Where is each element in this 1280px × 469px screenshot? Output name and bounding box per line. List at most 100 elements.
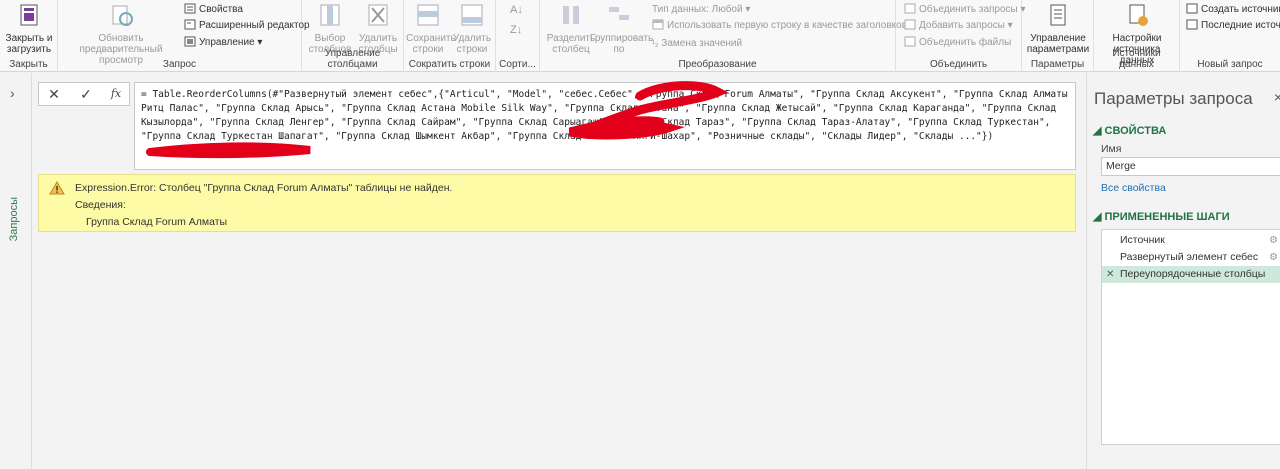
formula-text: = Table.ReorderColumns(#"Развернутый эле… — [141, 89, 1068, 142]
use-first-row-label: Использовать первую строку в качестве за… — [667, 20, 908, 31]
group-label-close: Закрыть — [9, 59, 48, 70]
close-load-label: Закрыть и загрузить — [5, 33, 53, 55]
cancel-icon[interactable]: ✕ — [43, 85, 65, 103]
use-first-row-button[interactable]: Использовать первую строку в качестве за… — [652, 18, 915, 34]
datasource-settings-icon — [1129, 4, 1148, 26]
new-source-label: Создать источник — [1201, 4, 1280, 15]
step-item-reordered[interactable]: ✕ Переупорядоченные столбцы — [1102, 266, 1280, 283]
manage-button[interactable]: Управление ▾ — [184, 35, 262, 51]
data-type-dropdown[interactable]: Тип данных: Любой ▾ — [652, 2, 750, 18]
properties-header-label: СВОЙСТВА — [1104, 125, 1167, 137]
refresh-preview-button[interactable]: Обновить предварительный просмотр — [62, 2, 180, 66]
append-queries-label: Добавить запросы — [919, 20, 1005, 31]
formula-input[interactable]: = Table.ReorderColumns(#"Развернутый эле… — [134, 82, 1076, 170]
queries-pane[interactable]: › Запросы — [0, 73, 32, 469]
manage-params-button[interactable]: Управление параметрами — [1024, 2, 1092, 55]
manage-icon — [184, 36, 196, 47]
replace-values-label: Замена значений — [661, 38, 743, 49]
append-queries-icon — [904, 19, 916, 30]
group-by-label: Группировать по — [590, 33, 654, 55]
step-label: Переупорядоченные столбцы — [1120, 268, 1266, 280]
ribbon-group-params: Управление параметрами Параметры — [1022, 0, 1094, 72]
group-label-rows: Сократить строки — [408, 59, 491, 70]
error-details-value: Группа Склад Forum Алматы — [86, 216, 228, 228]
close-icon[interactable]: × — [1274, 89, 1280, 105]
error-details-label: Сведения: — [75, 199, 126, 211]
close-load-button[interactable]: Закрыть и загрузить — [2, 2, 56, 55]
applied-steps-header: ◢ ПРИМЕНЕННЫЕ ШАГИ — [1093, 211, 1230, 223]
ribbon-group-newquery: Создать источник ▾ Последние источни... … — [1180, 0, 1280, 72]
new-source-icon — [1186, 3, 1198, 14]
group-label-newquery: Новый запрос — [1197, 59, 1263, 70]
recent-sources-icon — [1186, 19, 1198, 30]
formula-tools: ✕ ✓ fx — [38, 82, 130, 106]
new-source-button[interactable]: Создать источник ▾ — [1186, 2, 1280, 18]
parameters-icon — [1050, 4, 1066, 26]
merge-queries-icon — [904, 3, 916, 14]
merge-queries-button[interactable]: Объединить запросы ▾ — [904, 2, 1026, 18]
recent-sources-button[interactable]: Последние источни... — [1186, 18, 1280, 34]
recent-sources-label: Последние источни... — [1201, 20, 1280, 31]
group-by-button[interactable]: Группировать по — [590, 2, 654, 55]
chevron-right-icon[interactable]: › — [10, 85, 15, 101]
group-by-icon — [609, 7, 629, 20]
ribbon: Закрыть и загрузить Закрыть Обновить пре… — [0, 0, 1280, 72]
ribbon-group-rows: Сохранить строки Удалить строки Сократит… — [404, 0, 496, 72]
choose-columns-icon — [320, 4, 340, 26]
split-column-icon — [563, 6, 579, 24]
append-queries-button[interactable]: Добавить запросы ▾ — [904, 18, 1013, 34]
replace-values-button[interactable]: ¹₂ Замена значений — [652, 35, 742, 51]
remove-rows-icon — [461, 4, 483, 26]
ribbon-group-datasource: Настройки источника данных Источники дан… — [1094, 0, 1180, 72]
ribbon-group-sort: A↓ Z↓ Сорти... — [496, 0, 540, 72]
keep-rows-icon — [417, 4, 439, 26]
remove-rows-button[interactable]: Удалить строки — [450, 2, 494, 55]
replace-values-icon: ¹₂ — [652, 38, 659, 48]
ribbon-group-query: Обновить предварительный просмотр Свойст… — [58, 0, 310, 72]
query-settings-title: Параметры запроса — [1094, 89, 1253, 108]
merge-queries-label: Объединить запросы — [919, 4, 1018, 15]
queries-pane-label[interactable]: Запросы — [8, 197, 20, 241]
manage-params-label: Управление параметрами — [1026, 33, 1090, 55]
advanced-editor-label: Расширенный редактор — [199, 20, 310, 31]
group-label-params: Параметры — [1030, 59, 1085, 70]
ribbon-group-combine: Объединить запросы ▾ Добавить запросы ▾ … — [896, 0, 1026, 72]
gear-icon[interactable]: ⚙ — [1269, 249, 1278, 266]
remove-columns-icon — [368, 4, 388, 26]
manage-label: Управление — [199, 37, 255, 48]
refresh-icon — [112, 5, 133, 26]
group-label-transform: Преобразование — [678, 59, 757, 70]
delete-step-icon[interactable]: ✕ — [1106, 266, 1114, 283]
properties-button[interactable]: Свойства — [184, 2, 243, 18]
commit-icon[interactable]: ✓ — [75, 85, 97, 103]
sort-descending-icon[interactable]: Z↓ — [510, 22, 522, 38]
group-label-query: Запрос — [162, 59, 197, 70]
advanced-editor-button[interactable]: Расширенный редактор — [184, 18, 310, 34]
all-properties-link[interactable]: Все свойства — [1101, 182, 1166, 194]
properties-icon — [184, 3, 196, 14]
data-type-label: Тип данных: Любой — [652, 4, 743, 15]
query-name-input[interactable]: Merge — [1101, 157, 1280, 176]
sort-ascending-icon[interactable]: A↓ — [510, 2, 523, 18]
combine-files-button[interactable]: Объединить файлы — [904, 35, 1011, 51]
remove-rows-label: Удалить строки — [452, 33, 492, 55]
step-item-expanded[interactable]: Развернутый элемент себес ⚙ — [1102, 249, 1280, 266]
step-label: Развернутый элемент себес — [1120, 251, 1259, 263]
advanced-editor-icon — [184, 19, 196, 30]
applied-steps-list: Источник ⚙ Развернутый элемент себес ⚙ ✕… — [1101, 229, 1280, 445]
close-load-icon — [20, 4, 38, 26]
fx-icon[interactable]: fx — [105, 85, 127, 103]
ribbon-group-columns: Выбор столбцов Удалить столбцы Управлени… — [302, 0, 404, 72]
combine-files-icon — [904, 36, 916, 47]
warning-icon — [49, 181, 65, 195]
gear-icon[interactable]: ⚙ — [1269, 232, 1278, 249]
error-panel: Expression.Error: Столбец "Группа Склад … — [38, 174, 1076, 232]
keep-rows-button[interactable]: Сохранить строки — [406, 2, 456, 55]
name-label: Имя — [1101, 143, 1122, 155]
group-label-columns: Управление столбцами — [324, 48, 381, 70]
ribbon-group-close: Закрыть и загрузить Закрыть — [0, 0, 58, 72]
group-label-combine: Объединить — [929, 59, 988, 70]
combine-files-label: Объединить файлы — [919, 37, 1012, 48]
step-item-source[interactable]: Источник ⚙ — [1102, 232, 1280, 249]
error-message: Expression.Error: Столбец "Группа Склад … — [75, 182, 453, 194]
